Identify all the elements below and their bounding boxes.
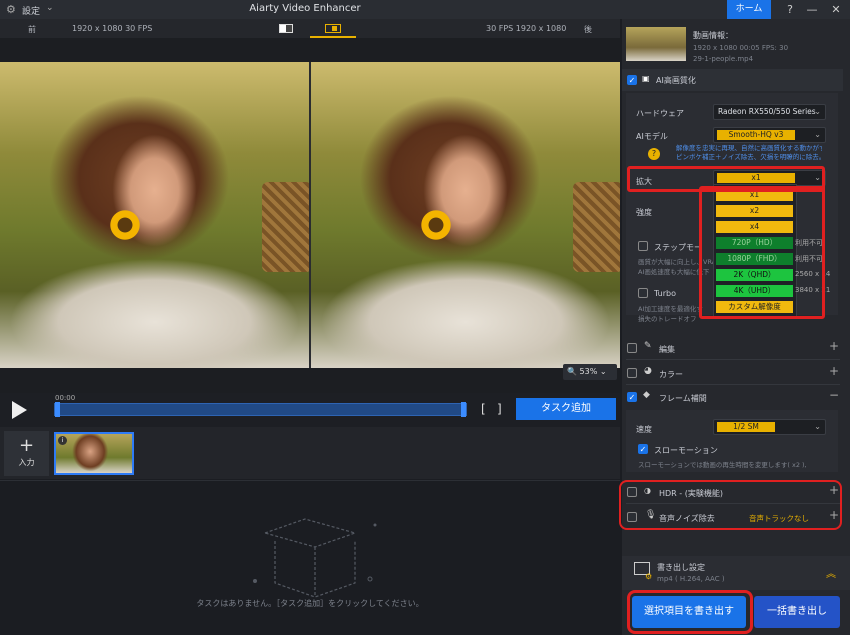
video-info-title: 動画情報： — [693, 31, 733, 40]
sunflower — [419, 208, 453, 242]
divider — [626, 384, 840, 385]
app-title: Aiarty Video Enhancer — [249, 3, 361, 14]
divider — [626, 359, 840, 360]
trim-end-handle[interactable] — [461, 402, 466, 417]
turbo-label: Turbo — [654, 289, 677, 298]
slowmo-desc: スローモーションでは動画の再生時間を変更します( x2 ), — [638, 461, 807, 469]
empty-task-message: タスクはありません。［タスク追加］をクリックしてください。 — [196, 599, 424, 608]
ai-model-desc-line: ピンボケ補正＋ノイズ除去、欠損を明瞭的に除去。 — [676, 153, 822, 161]
slowmo-label: スローモーション — [654, 446, 718, 455]
gear-icon: ⚙ — [645, 572, 653, 581]
after-label: 後 — [584, 25, 592, 34]
step-mode-label: ステップモー — [654, 243, 702, 252]
color-checkbox[interactable] — [627, 368, 637, 378]
export-format: mp4 ( H.264, AAC ) — [657, 575, 725, 583]
turbo-desc: 損失のトレードオフ — [638, 315, 697, 323]
chevron-up-icon[interactable]: ︽ — [826, 565, 836, 580]
before-preview-image — [0, 62, 309, 368]
batch-export-button[interactable]: 一括書き出し — [754, 596, 840, 628]
annotation-export-button — [627, 590, 753, 634]
chevron-down-icon: ⌄ — [814, 422, 821, 431]
basket — [262, 182, 309, 272]
ai-model-label: AIモデル — [636, 132, 668, 141]
basket — [573, 182, 620, 272]
trim-start-handle[interactable] — [55, 402, 60, 417]
expand-edit-icon[interactable]: + — [829, 339, 839, 353]
clip-thumbnail[interactable]: i — [54, 432, 134, 475]
speed-value: 1/2 SM — [717, 422, 775, 432]
task-list-area — [0, 480, 620, 635]
sunflower — [108, 208, 142, 242]
export-settings-label: 書き出し設定 — [657, 563, 705, 572]
timecode: 00:00 — [55, 394, 76, 402]
ai-model-description: 解像度を忠実に再現、自然に高画質化する動かがす。 ピンボケ補正＋ノイズ除去、欠損… — [676, 144, 822, 162]
step-mode-checkbox[interactable] — [638, 241, 648, 251]
annotation-upscale-options — [699, 186, 825, 319]
add-input-button[interactable]: + 入力 — [4, 431, 49, 476]
home-button[interactable]: ホーム — [727, 0, 771, 19]
speed-label: 速度 — [636, 425, 652, 434]
expand-color-icon[interactable]: + — [829, 364, 839, 378]
plus-icon: + — [18, 435, 35, 456]
close-button[interactable]: ✕ — [826, 1, 846, 18]
split-view-icon[interactable] — [279, 24, 293, 33]
video-filename: 29-1-people.mp4 — [693, 55, 754, 63]
ai-enhance-label: AI高画質化 — [656, 76, 696, 85]
timeline-track[interactable] — [54, 402, 467, 417]
collapse-frame-interp-icon[interactable]: − — [829, 388, 839, 402]
edit-icon: ✎ — [644, 341, 652, 351]
after-preview-image — [311, 62, 620, 368]
zoom-value: 53% — [579, 367, 598, 376]
after-resolution: 30 FPS 1920 x 1080 — [486, 24, 567, 33]
info-icon[interactable]: i — [58, 436, 67, 445]
set-out-button[interactable]: ] — [497, 402, 502, 416]
empty-box-icon — [253, 518, 377, 598]
video-specs: 1920 x 1080 00:05 FPS: 30 — [693, 44, 789, 52]
minimize-button[interactable]: — — [802, 1, 822, 18]
hardware-value: Radeon RX550/550 Series — [718, 107, 816, 116]
turbo-checkbox[interactable] — [638, 288, 648, 298]
ai-enhance-icon: ▣ — [642, 74, 650, 83]
frame-interp-icon: ◆ — [643, 390, 650, 400]
help-icon[interactable]: ? — [648, 148, 660, 160]
play-icon[interactable] — [12, 401, 27, 419]
help-button[interactable]: ? — [780, 1, 800, 18]
ai-model-dropdown[interactable]: Smooth-HQ v3 ⌄ — [713, 127, 826, 143]
before-label: 前 — [28, 25, 36, 34]
zoom-control[interactable]: 🔍 53% ⌄ — [563, 364, 617, 380]
side-by-side-icon[interactable] — [325, 24, 341, 33]
frame-interp-label: フレーム補間 — [659, 394, 707, 403]
set-in-button[interactable]: [ — [481, 402, 486, 416]
ai-model-value: Smooth-HQ v3 — [717, 130, 795, 140]
slowmo-checkbox[interactable]: ✓ — [638, 444, 648, 454]
add-input-label: 入力 — [18, 458, 35, 467]
annotation-audio-hdr — [619, 480, 842, 530]
zoom-icon: 🔍 — [567, 367, 580, 376]
edit-label: 編集 — [659, 345, 675, 354]
before-resolution: 1920 x 1080 30 FPS — [72, 24, 153, 33]
hardware-label: ハードウェア — [636, 109, 684, 118]
speed-dropdown[interactable]: 1/2 SM ⌄ — [713, 419, 826, 435]
title-bar: ⚙ 設定 ⌄ Aiarty Video Enhancer ホーム ? — ✕ — [0, 0, 850, 19]
hardware-dropdown[interactable]: Radeon RX550/550 Series ⌄ — [713, 104, 826, 120]
split-divider[interactable] — [309, 62, 311, 368]
video-thumbnail — [626, 27, 686, 61]
ai-enhance-checkbox[interactable]: ✓ — [627, 75, 637, 85]
turbo-desc: AI加工速度を最適化す — [638, 305, 703, 313]
color-label: カラー — [659, 370, 683, 379]
edit-checkbox[interactable] — [627, 343, 637, 353]
chevron-down-icon: ⌄ — [814, 107, 821, 116]
ai-model-desc-line: 解像度を忠実に再現、自然に高画質化する動かがす。 — [676, 144, 822, 152]
chevron-down-icon: ⌄ — [814, 130, 821, 139]
frame-interp-checkbox[interactable]: ✓ — [627, 392, 637, 402]
task-add-button[interactable]: タスク追加 — [516, 398, 616, 420]
color-icon: ◕ — [644, 366, 652, 376]
strength-label: 強度 — [636, 208, 652, 217]
